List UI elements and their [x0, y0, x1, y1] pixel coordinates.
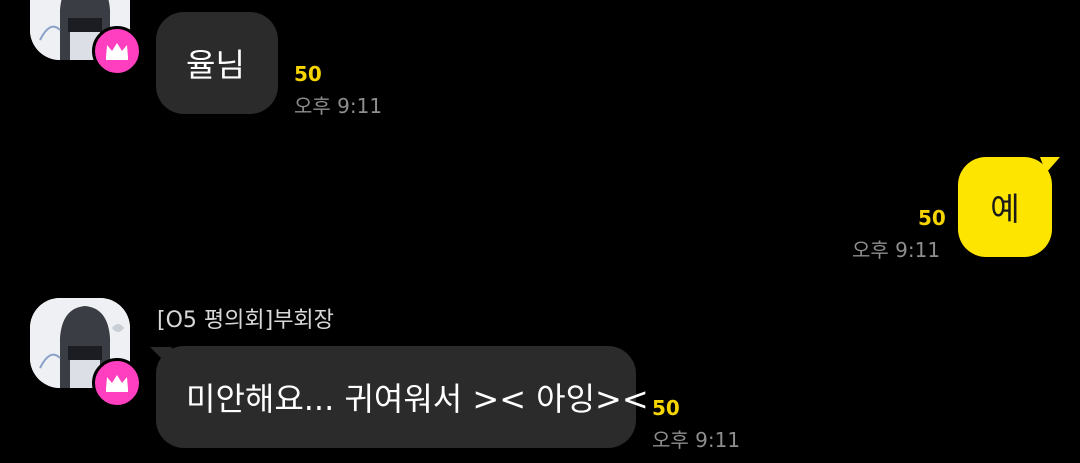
message-text: 예 — [990, 190, 1020, 228]
message-time: 오후 9:11 — [852, 238, 941, 262]
message-bubble-outgoing[interactable]: 예 — [958, 157, 1052, 257]
unread-count: 50 — [652, 396, 680, 420]
message-bubble[interactable]: 율님 — [156, 12, 278, 114]
message-text: 미안해요... 귀여워서 >< 아잉>< — [186, 380, 649, 418]
chat-screen: 율님 50 오후 9:11 예 50 오후 9:11 [O5 평의회]부회장 미… — [0, 0, 1080, 463]
crown-badge — [92, 358, 142, 408]
unread-count: 50 — [294, 62, 322, 86]
crown-icon — [106, 43, 128, 60]
message-bubble[interactable]: 미안해요... 귀여워서 >< 아잉>< — [156, 346, 649, 448]
bubble-tail — [1040, 157, 1060, 173]
message-text: 율님 — [186, 46, 245, 84]
message-time: 오후 9:11 — [652, 428, 741, 452]
message-time: 오후 9:11 — [294, 94, 383, 118]
unread-count: 50 — [918, 206, 946, 230]
crown-badge — [92, 26, 142, 76]
sender-name: [O5 평의회]부회장 — [157, 308, 334, 333]
crown-icon — [106, 375, 128, 392]
